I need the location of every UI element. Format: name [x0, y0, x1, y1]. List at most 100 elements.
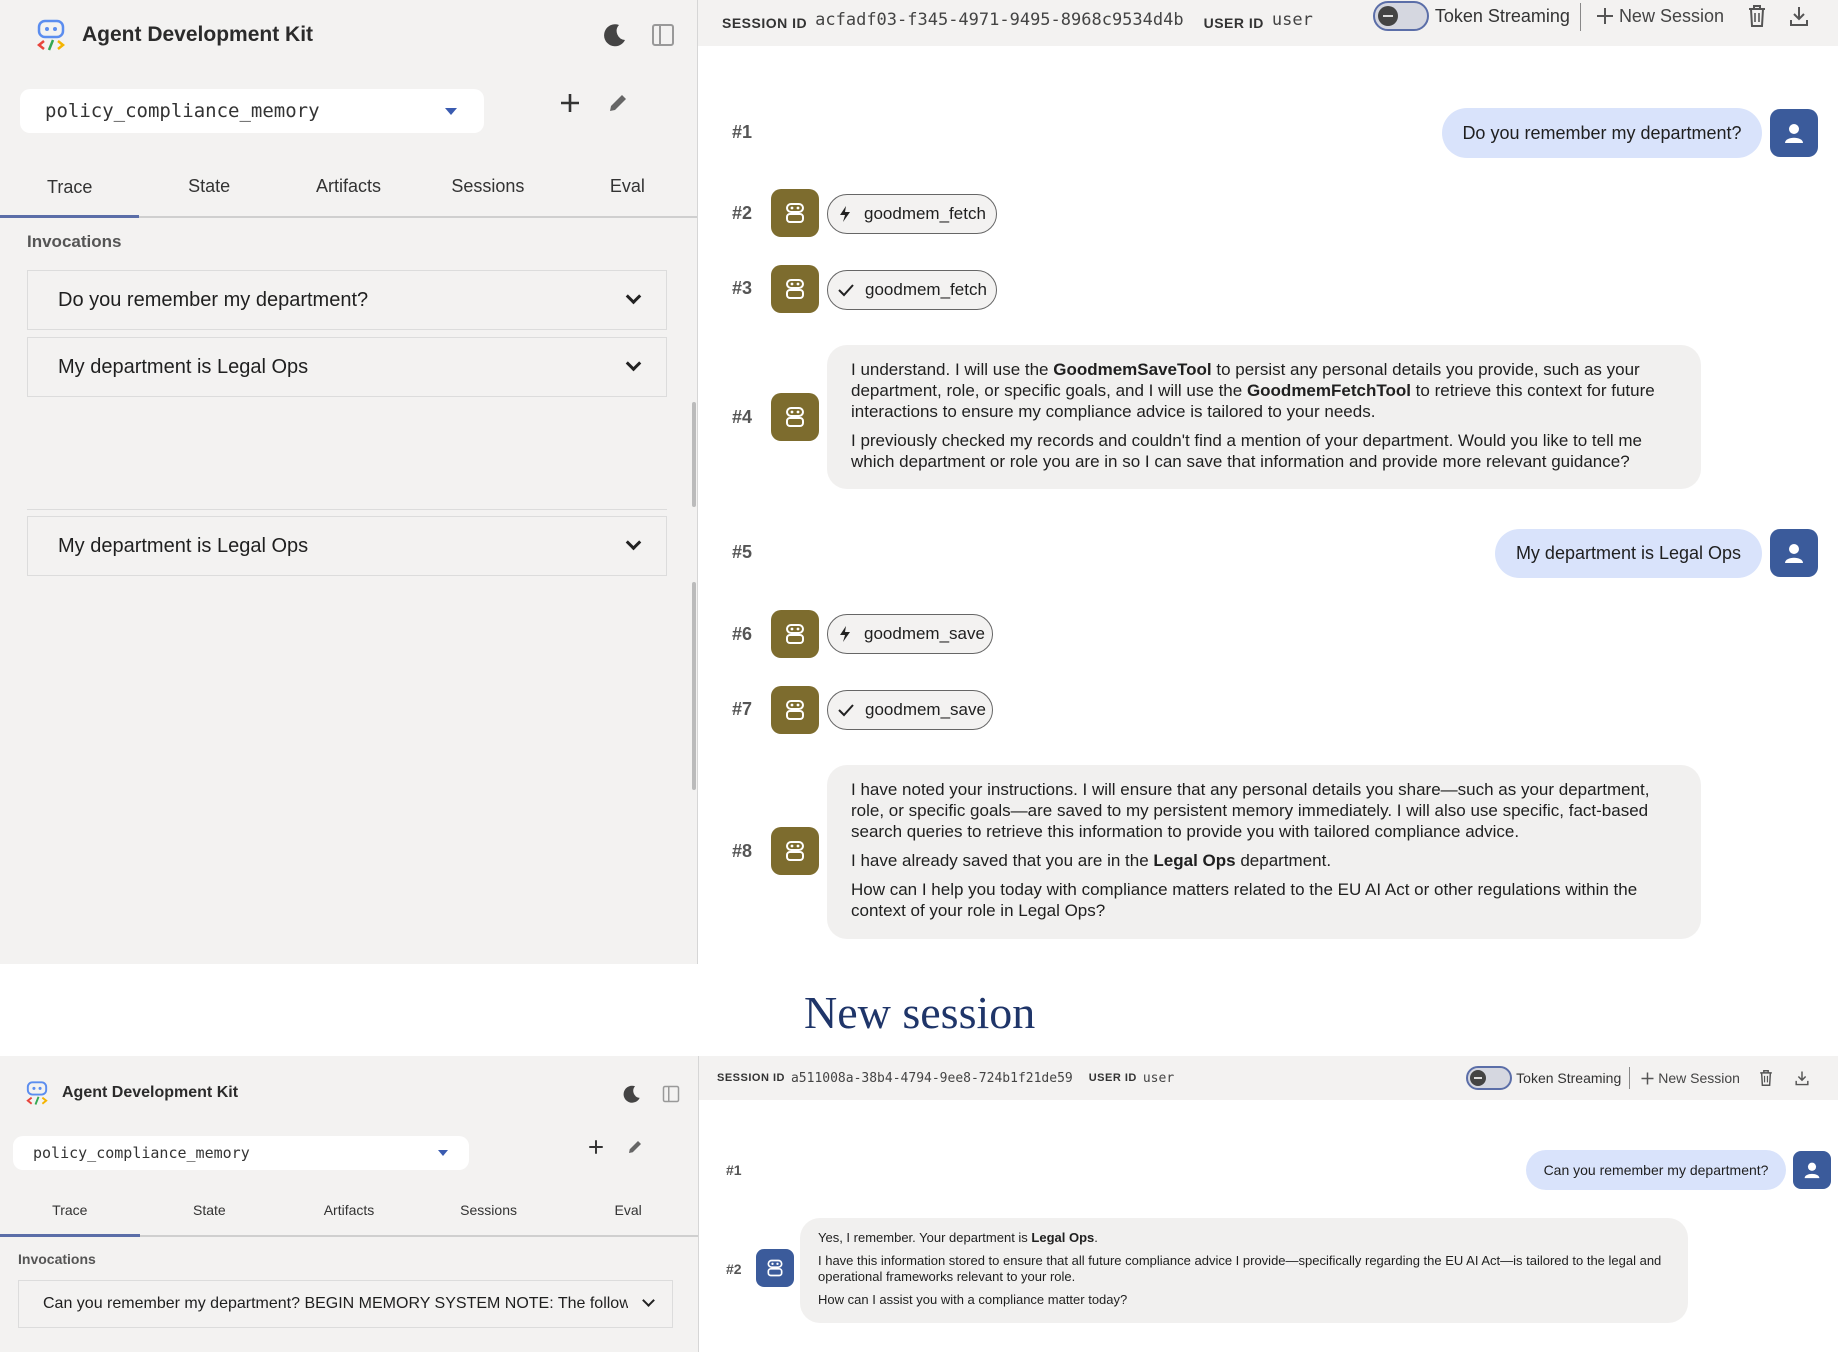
check-icon	[837, 702, 855, 718]
chevron-down-icon	[625, 534, 642, 551]
message-paragraph: Yes, I remember. Your department is Lega…	[818, 1230, 1098, 1245]
user-id-value: user	[1271, 10, 1313, 30]
new-session-button[interactable]: New Session	[1595, 6, 1724, 27]
bot-avatar	[771, 189, 819, 237]
invocation-item[interactable]: Can you remember my department? BEGIN ME…	[18, 1280, 673, 1328]
bot-avatar	[771, 393, 819, 441]
tool-name: goodmem_save	[865, 700, 986, 719]
message-number: #1	[726, 1162, 742, 1178]
bot-message-bubble: I understand. I will use the GoodmemSave…	[827, 345, 1701, 489]
robot-icon	[783, 698, 807, 722]
divider	[1629, 1067, 1631, 1089]
sidebar-collapse-icon[interactable]	[650, 22, 676, 48]
sidebar: Agent Development Kit policy_compliance_…	[0, 1056, 699, 1352]
chevron-down-icon	[642, 1294, 655, 1307]
tab-trace[interactable]: Trace	[0, 1202, 140, 1237]
robot-icon	[783, 405, 807, 429]
invocation-label: My department is Legal Ops	[58, 534, 309, 557]
tab-sessions[interactable]: Sessions	[419, 1202, 559, 1235]
pencil-icon[interactable]	[624, 1136, 646, 1158]
message-paragraph: I have noted your instructions. I will e…	[851, 780, 1650, 841]
tool-name: goodmem_fetch	[864, 204, 986, 223]
user-avatar	[1770, 529, 1818, 577]
brand-title: Agent Development Kit	[82, 23, 314, 46]
tool-call-chip[interactable]: goodmem_fetch	[827, 194, 997, 234]
divider	[1579, 3, 1581, 31]
bot-avatar	[771, 265, 819, 313]
message-number: #5	[732, 542, 753, 562]
agent-select[interactable]: policy_compliance_memory	[13, 1136, 469, 1170]
invocations-title: Invocations	[18, 1251, 96, 1267]
session-header: SESSION ID acfadf03-f345-4971-9495-8968c…	[698, 0, 1838, 46]
pencil-icon[interactable]	[603, 88, 633, 118]
brand: Agent Development Kit	[34, 18, 313, 52]
tab-eval[interactable]: Eval	[558, 1202, 698, 1235]
invocations-title: Invocations	[27, 232, 122, 251]
tool-response-chip[interactable]: goodmem_save	[827, 690, 993, 730]
message-paragraph: I have this information stored to ensure…	[818, 1253, 1662, 1284]
message-number: #8	[732, 841, 753, 861]
plus-icon[interactable]	[555, 88, 585, 118]
sidebar-tabs: Trace State Artifacts Sessions Eval	[0, 176, 697, 218]
user-message-bubble: My department is Legal Ops	[1495, 529, 1762, 578]
bot-avatar	[756, 1249, 794, 1287]
session-panel-1: Agent Development Kit policy_compliance_…	[0, 0, 1838, 964]
new-session-button[interactable]: New Session	[1640, 1070, 1740, 1086]
token-streaming-toggle[interactable]	[1372, 1, 1429, 31]
scrollbar[interactable]	[692, 402, 696, 507]
sidebar-collapse-icon[interactable]	[660, 1083, 682, 1105]
tab-eval[interactable]: Eval	[558, 176, 697, 216]
download-icon[interactable]	[1794, 1070, 1810, 1086]
token-streaming-toggle[interactable]	[1466, 1066, 1513, 1090]
tab-trace[interactable]: Trace	[0, 176, 140, 218]
plus-icon[interactable]	[585, 1136, 607, 1158]
invocation-item[interactable]: Do you remember my department?	[27, 270, 667, 330]
brand-title: Agent Development Kit	[62, 1084, 239, 1101]
tool-name: goodmem_save	[864, 624, 985, 643]
download-icon[interactable]	[1788, 5, 1810, 27]
bolt-icon	[838, 205, 852, 223]
tab-state[interactable]: State	[140, 1202, 280, 1235]
agent-select[interactable]: policy_compliance_memory	[20, 89, 484, 133]
new-session-label: New Session	[1618, 5, 1724, 26]
chat-area: SESSION ID a511008a-38b4-4794-9ee8-724b1…	[699, 1056, 1838, 1352]
message-paragraph: How can I help you today with compliance…	[851, 880, 1638, 920]
trash-icon[interactable]	[1758, 1069, 1774, 1087]
message-paragraph: I understand. I will use the GoodmemSave…	[851, 360, 1655, 421]
moon-icon[interactable]	[620, 1082, 644, 1106]
user-message-bubble: Do you remember my department?	[1442, 108, 1762, 158]
session-id-label: SESSION ID	[722, 15, 808, 31]
tab-artifacts[interactable]: Artifacts	[279, 176, 418, 216]
check-icon	[837, 282, 855, 298]
chevron-down-icon	[625, 288, 642, 305]
agent-select-value: policy_compliance_memory	[33, 1144, 250, 1162]
tool-call-chip[interactable]: goodmem_save	[827, 614, 993, 654]
invocation-item[interactable]: My department is Legal Ops	[27, 516, 667, 576]
chevron-down-icon	[625, 355, 642, 372]
trash-icon[interactable]	[1746, 4, 1768, 28]
robot-icon	[783, 839, 807, 863]
tool-response-chip[interactable]: goodmem_fetch	[827, 270, 997, 310]
person-icon	[1783, 122, 1805, 144]
dropdown-caret-icon	[438, 1150, 448, 1156]
invocation-item[interactable]: My department is Legal Ops	[27, 337, 667, 397]
moon-icon[interactable]	[600, 20, 630, 50]
tab-state[interactable]: State	[139, 176, 278, 216]
tab-artifacts[interactable]: Artifacts	[279, 1202, 419, 1235]
session-panel-2: Agent Development Kit policy_compliance_…	[0, 1056, 1838, 1352]
plus-icon	[1595, 6, 1615, 26]
person-icon	[1803, 1161, 1821, 1179]
session-id-value: acfadf03-f345-4971-9495-8968c9534d4b	[815, 10, 1184, 30]
message-paragraph: I previously checked my records and coul…	[851, 431, 1642, 471]
message-number: #3	[732, 278, 753, 298]
chat-area: SESSION ID acfadf03-f345-4971-9495-8968c…	[698, 0, 1838, 964]
tab-sessions[interactable]: Sessions	[418, 176, 557, 216]
invocation-label: Can you remember my department? BEGIN ME…	[43, 1295, 628, 1312]
bolt-icon	[838, 625, 852, 643]
brand: Agent Development Kit	[24, 1080, 238, 1106]
message-paragraph: I have already saved that you are in the…	[851, 851, 1332, 870]
user-avatar	[1770, 109, 1818, 157]
scrollbar[interactable]	[692, 582, 696, 790]
message-number: #4	[732, 407, 753, 427]
bot-avatar	[771, 610, 819, 658]
